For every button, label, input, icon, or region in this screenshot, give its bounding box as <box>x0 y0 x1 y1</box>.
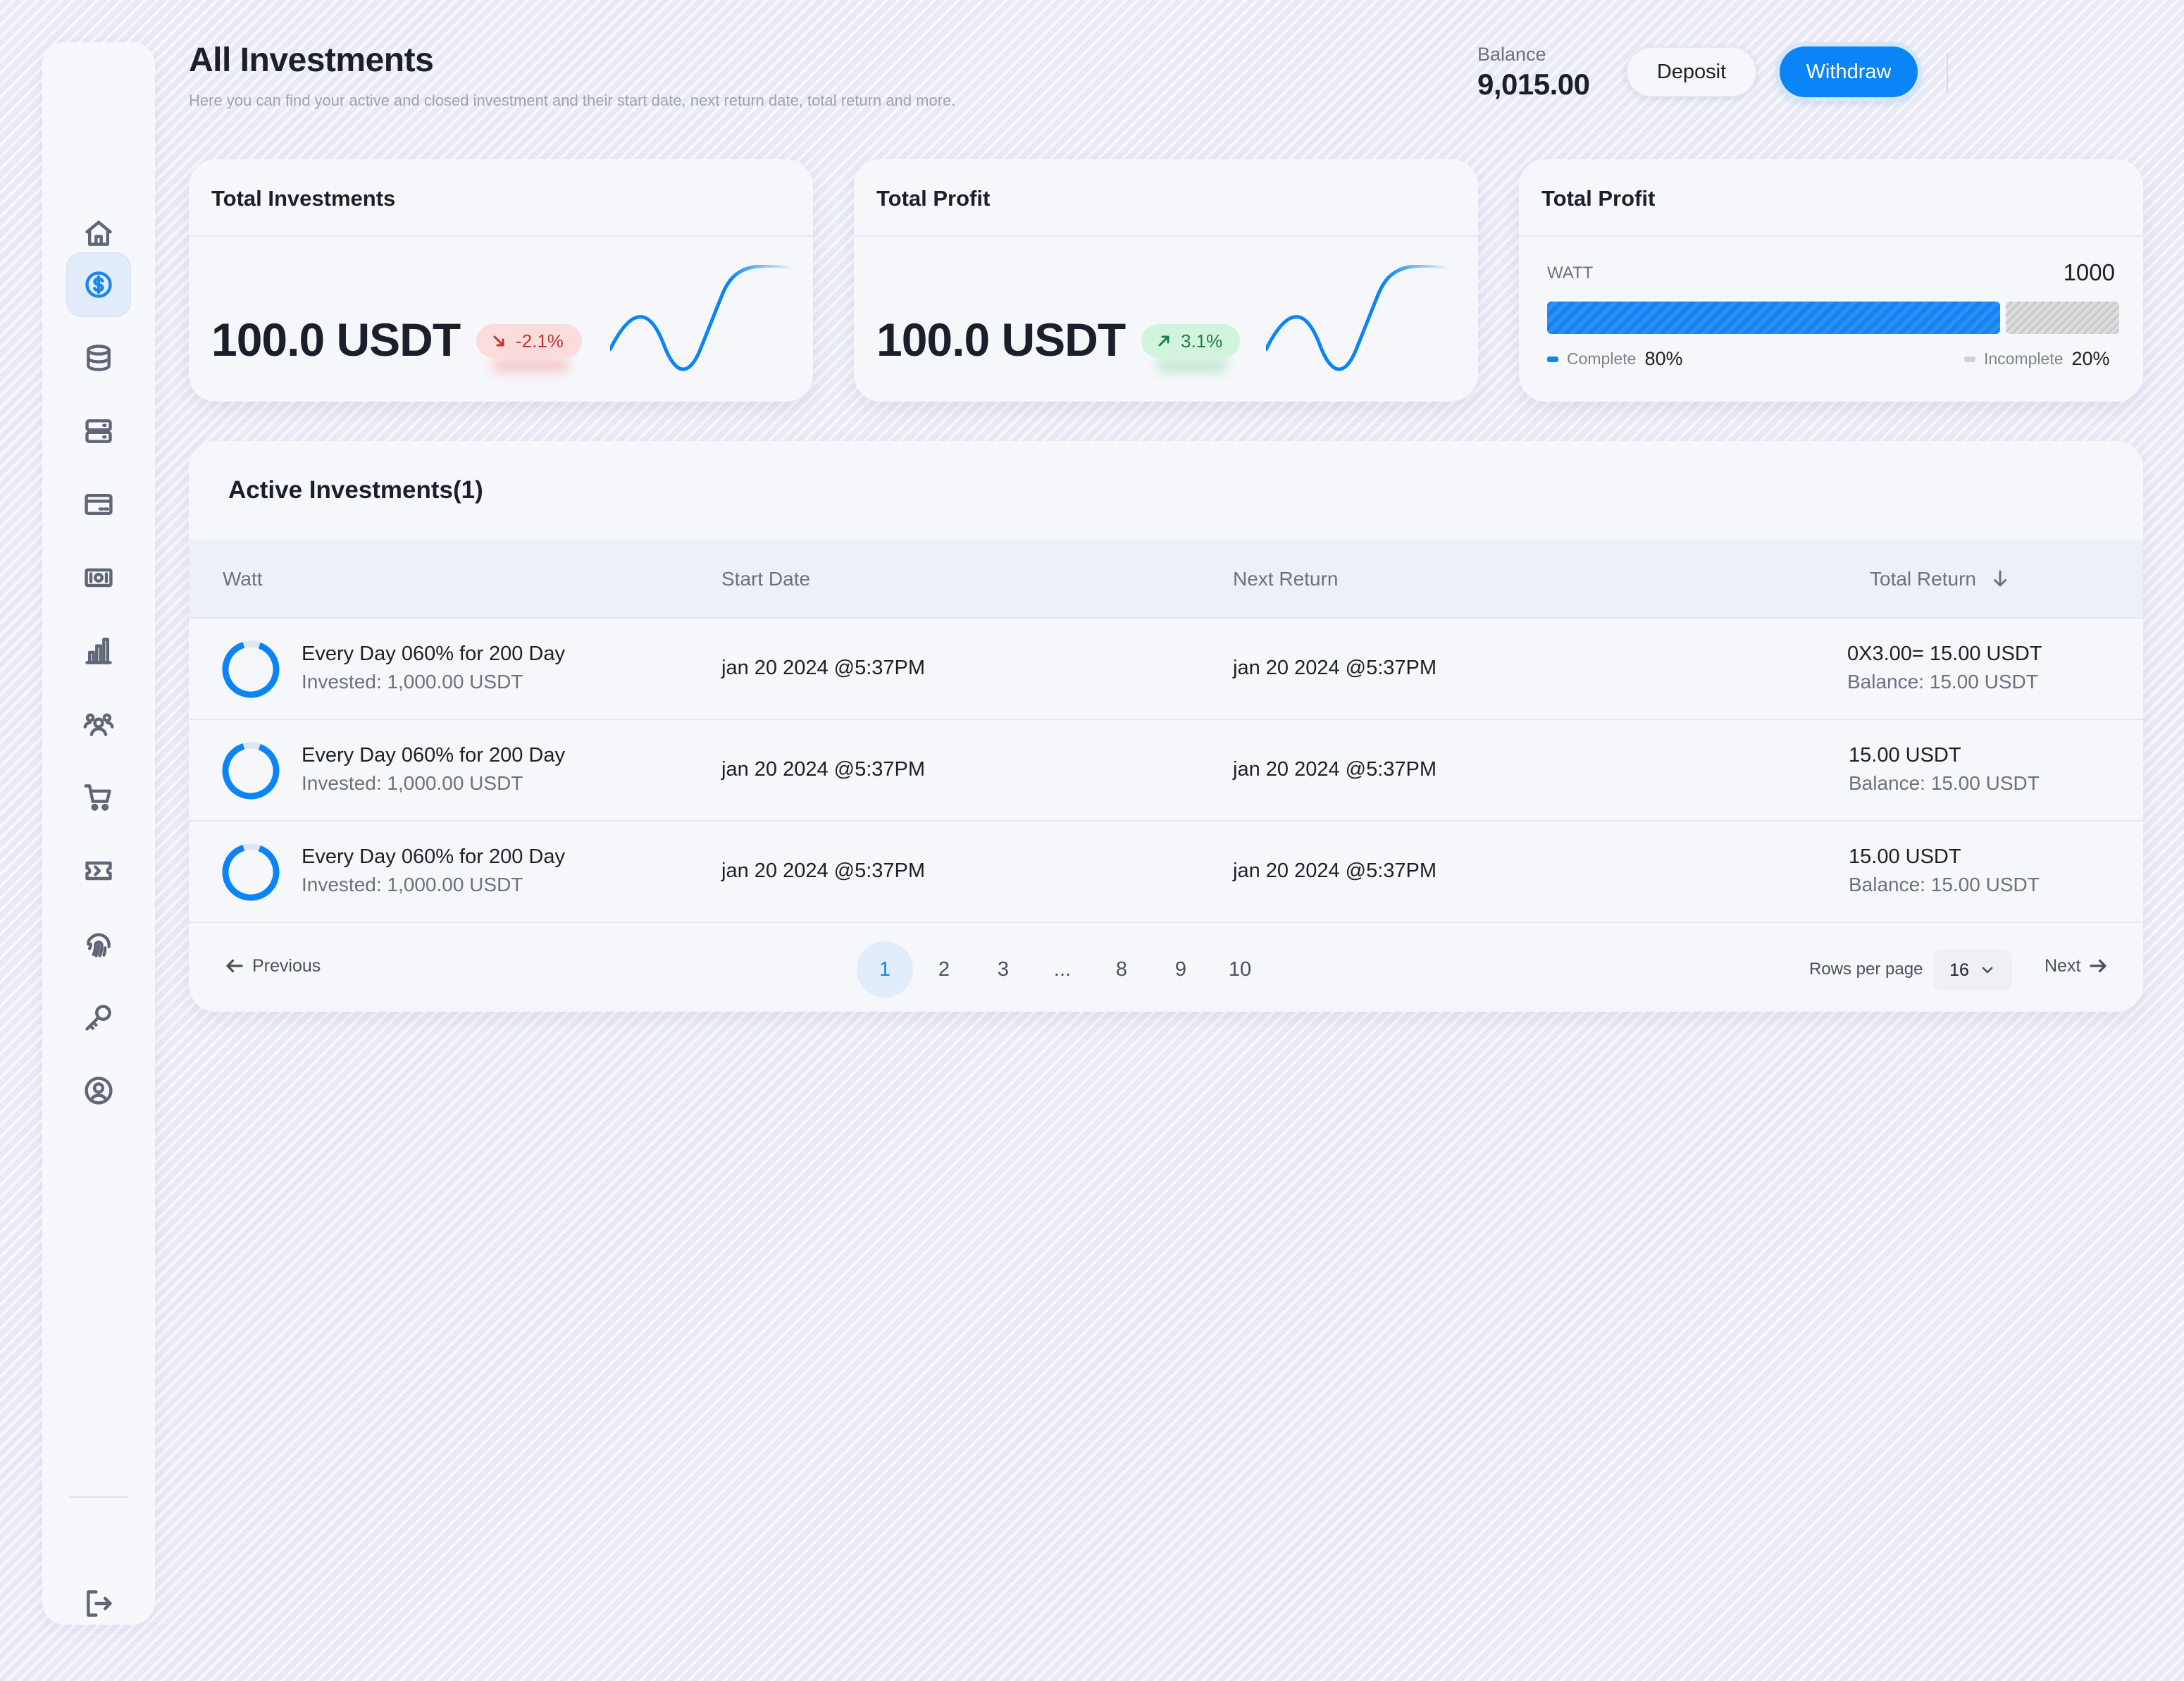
next-label: Next <box>2045 955 2081 976</box>
total-return: 0X3.00= 15.00 USDT <box>1847 643 2042 665</box>
arrow-right-icon <box>2090 959 2107 973</box>
watt-label: WATT <box>1547 263 1594 283</box>
column-header-watt[interactable]: Watt <box>223 568 263 590</box>
server-icon[interactable] <box>66 399 131 464</box>
progress-ring-icon <box>222 640 280 698</box>
start-date: jan 20 2024 @5:37PM <box>721 860 926 882</box>
next-return: jan 20 2024 @5:37PM <box>1233 758 1437 781</box>
panel-title: Active Investments(1) <box>228 476 483 504</box>
progress-bar-incomplete <box>2006 302 2119 334</box>
table-row[interactable]: Every Day 060% for 200 Day Invested: 1,0… <box>189 720 2143 821</box>
progress-bar-complete <box>1547 302 2000 334</box>
card-value: 100.0 USDT <box>876 314 1126 366</box>
legend-incomplete-label: Incomplete <box>1984 349 2064 368</box>
sparkline-investments <box>610 265 793 371</box>
rows-per-page-label: Rows per page <box>1809 960 1923 979</box>
page-title: All Investments <box>189 42 434 79</box>
total-investments-card: Total Investments 100.0 USDT -2.1% <box>189 159 813 402</box>
page-3-button[interactable]: 3 <box>975 941 1031 998</box>
total-profit-card: Total Profit 100.0 USDT 3.1% <box>854 159 1478 402</box>
pagination: Previous 1 2 3 ... 8 9 10 Rows per page … <box>189 924 2143 1012</box>
legend-incomplete-pct: 20% <box>2071 348 2110 369</box>
card-value: 100.0 USDT <box>211 314 461 366</box>
sidebar-divider <box>69 1496 128 1498</box>
legend-complete-label: Complete <box>1567 349 1637 368</box>
bar-chart-icon[interactable] <box>66 619 131 683</box>
change-value: 3.1% <box>1181 330 1223 352</box>
arrow-down-right-icon <box>493 335 504 347</box>
active-investments-panel: Active Investments(1) Watt Start Date Ne… <box>189 441 2143 1012</box>
column-header-start-date[interactable]: Start Date <box>721 568 810 590</box>
return-balance: Balance: 15.00 USDT <box>1847 671 2038 693</box>
deposit-button[interactable]: Deposit <box>1626 46 1757 97</box>
next-button[interactable]: Next <box>2045 955 2109 976</box>
change-badge-up: 3.1% <box>1141 324 1240 358</box>
previous-button[interactable]: Previous <box>224 955 321 976</box>
watt-value: 1000 <box>2063 259 2115 285</box>
logout-icon[interactable] <box>66 1571 131 1636</box>
ticket-icon[interactable] <box>66 838 131 903</box>
page-10-button[interactable]: 10 <box>1212 941 1268 998</box>
column-header-next-return[interactable]: Next Return <box>1233 568 1338 590</box>
legend-complete: Complete 80% <box>1547 348 1682 370</box>
header-divider <box>1947 54 1948 92</box>
plan-invested: Invested: 1,000.00 USDT <box>302 874 523 895</box>
table-header: Watt Start Date Next Return Total Return <box>189 540 2143 619</box>
previous-label: Previous <box>252 955 321 976</box>
change-value: -2.1% <box>516 330 564 352</box>
next-return: jan 20 2024 @5:37PM <box>1233 657 1437 679</box>
return-balance: Balance: 15.00 USDT <box>1849 874 2040 895</box>
legend-incomplete: Incomplete 20% <box>1964 348 2110 370</box>
balance-value: 9,015.00 <box>1477 68 1590 101</box>
plan-invested: Invested: 1,000.00 USDT <box>302 671 523 693</box>
total-return: 15.00 USDT <box>1849 845 1961 868</box>
arrow-up-right-icon <box>1158 335 1169 347</box>
card-title: Total Profit <box>1519 159 2143 237</box>
watt-progress-card: Total Profit WATT 1000 Complete 80% Inco… <box>1519 159 2143 402</box>
chevron-down-icon <box>1982 967 1993 974</box>
money-icon[interactable] <box>66 545 131 610</box>
users-icon[interactable] <box>66 692 131 757</box>
page-ellipsis: ... <box>1053 957 1072 981</box>
page-subtitle: Here you can find your active and closed… <box>189 92 956 109</box>
change-badge-down: -2.1% <box>476 324 582 358</box>
page-8-button[interactable]: 8 <box>1093 941 1150 998</box>
column-header-total-return[interactable]: Total Return <box>1870 568 1976 590</box>
arrow-left-icon <box>226 959 243 973</box>
next-return: jan 20 2024 @5:37PM <box>1233 860 1437 882</box>
progress-ring-icon <box>222 742 280 800</box>
total-return: 15.00 USDT <box>1849 744 1961 767</box>
plan-name: Every Day 060% for 200 Day <box>302 744 565 767</box>
progress-ring-icon <box>222 843 280 901</box>
page-1-button[interactable]: 1 <box>857 941 913 998</box>
start-date: jan 20 2024 @5:37PM <box>721 758 926 781</box>
database-icon[interactable] <box>66 325 131 390</box>
page-9-button[interactable]: 9 <box>1153 941 1209 998</box>
sidebar <box>42 42 155 1625</box>
sparkline-profit <box>1266 265 1449 371</box>
balance-label: Balance <box>1477 44 1546 65</box>
table-row[interactable]: Every Day 060% for 200 Day Invested: 1,0… <box>189 821 2143 923</box>
card-icon[interactable] <box>66 472 131 537</box>
start-date: jan 20 2024 @5:37PM <box>721 657 926 679</box>
plan-name: Every Day 060% for 200 Day <box>302 643 565 665</box>
page-2-button[interactable]: 2 <box>916 941 972 998</box>
legend-complete-pct: 80% <box>1644 348 1683 369</box>
sort-down-icon[interactable] <box>1990 568 2011 589</box>
card-title: Total Profit <box>854 159 1478 237</box>
fingerprint-icon[interactable] <box>66 912 131 976</box>
dollar-circle-icon[interactable] <box>66 252 131 317</box>
cart-icon[interactable] <box>66 765 131 830</box>
key-icon[interactable] <box>66 985 131 1050</box>
plan-invested: Invested: 1,000.00 USDT <box>302 772 523 794</box>
withdraw-button[interactable]: Withdraw <box>1780 46 1918 97</box>
card-title: Total Investments <box>189 159 813 237</box>
rows-per-page-value: 16 <box>1949 960 1969 980</box>
plan-name: Every Day 060% for 200 Day <box>302 845 565 868</box>
return-balance: Balance: 15.00 USDT <box>1849 772 2040 794</box>
rows-per-page-select[interactable]: 16 <box>1933 950 2012 991</box>
user-circle-icon[interactable] <box>66 1058 131 1123</box>
table-row[interactable]: Every Day 060% for 200 Day Invested: 1,0… <box>189 619 2143 720</box>
